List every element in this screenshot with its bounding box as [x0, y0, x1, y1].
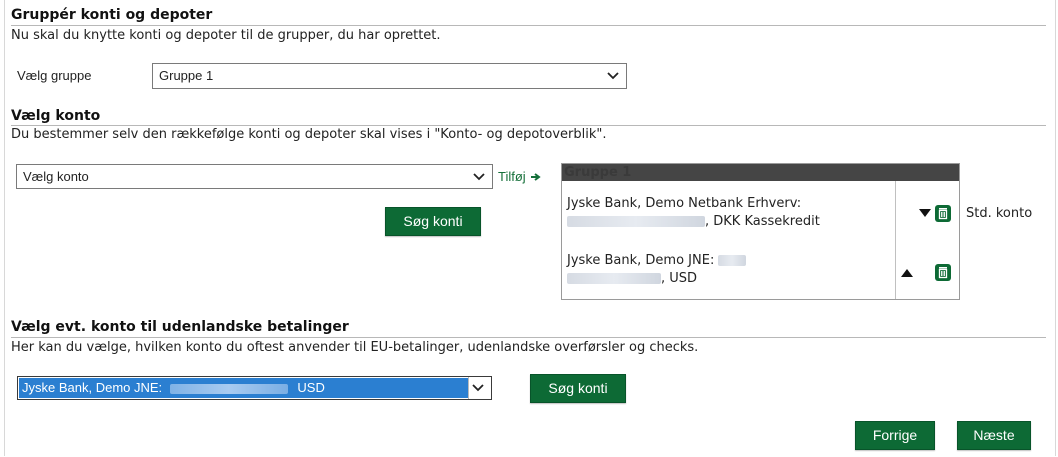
account-type: , USD	[661, 271, 698, 286]
redacted-account-number	[567, 273, 661, 284]
trash-icon[interactable]	[934, 204, 952, 222]
section-rule	[11, 25, 1046, 26]
search-foreign-accounts-button[interactable]: Søg konti	[530, 374, 626, 403]
arrow-right-icon	[530, 172, 541, 181]
account-number-line: , USD	[567, 270, 746, 288]
account-name: Jyske Bank, Demo JNE:	[567, 253, 715, 268]
group-box-header: Gruppe 1	[562, 164, 959, 181]
group-accounts-box: Gruppe 1 Jyske Bank, Demo Netbank Erhver…	[561, 163, 960, 300]
section-rule	[11, 337, 1046, 338]
redacted-account-number	[169, 383, 288, 394]
foreign-account-selected: Jyske Bank, Demo JNE: USD	[19, 378, 468, 398]
account-section-title: Vælg konto	[11, 108, 101, 124]
foreign-account-name: Jyske Bank, Demo JNE:	[22, 380, 163, 395]
add-account-link[interactable]: Tilføj	[498, 169, 542, 184]
foreign-account-select[interactable]: Jyske Bank, Demo JNE: USD	[17, 376, 492, 400]
redacted-account-number	[567, 216, 705, 227]
group-select-value: Gruppe 1	[159, 68, 214, 83]
next-button[interactable]: Næste	[957, 421, 1031, 450]
foreign-section-description: Her kan du vælge, hvilken konto du oftes…	[11, 340, 699, 355]
move-up-icon[interactable]	[900, 266, 914, 280]
account-name: Jyske Bank, Demo Netbank Erhverv:	[567, 196, 802, 211]
account-select-value: Vælg konto	[23, 169, 89, 184]
account-number-line: , DKK Kassekredit	[567, 213, 820, 231]
group-box-divider	[895, 181, 896, 299]
group-section-description: Nu skal du knytte konti og depoter til d…	[11, 28, 441, 43]
standard-account-badge: Std. konto	[966, 206, 1033, 221]
chevron-down-icon	[472, 165, 486, 188]
group-select[interactable]: Gruppe 1	[152, 63, 627, 89]
previous-button[interactable]: Forrige	[855, 421, 935, 450]
foreign-account-currency: USD	[297, 380, 325, 395]
redacted-account-number	[718, 255, 747, 266]
trash-icon[interactable]	[934, 263, 952, 281]
account-type: , DKK Kassekredit	[705, 214, 820, 229]
foreign-section-title: Vælg evt. konto til udenlandske betaling…	[11, 319, 349, 335]
section-rule	[11, 125, 1046, 126]
chevron-down-icon	[606, 64, 620, 88]
account-section-description: Du bestemmer selv den rækkefølge konti o…	[11, 127, 607, 142]
group-account-item: Jyske Bank, Demo JNE: , USD	[567, 252, 747, 288]
move-down-icon[interactable]	[918, 206, 932, 220]
group-account-item: Jyske Bank, Demo Netbank Erhverv: , DKK …	[567, 195, 820, 231]
search-accounts-button[interactable]: Søg konti	[385, 207, 481, 236]
chevron-down-icon	[468, 377, 487, 399]
select-group-label: Vælg gruppe	[17, 68, 92, 83]
group-section-title: Gruppér konti og depoter	[11, 7, 213, 23]
add-link-label: Tilføj	[498, 169, 526, 184]
account-select[interactable]: Vælg konto	[16, 164, 493, 189]
